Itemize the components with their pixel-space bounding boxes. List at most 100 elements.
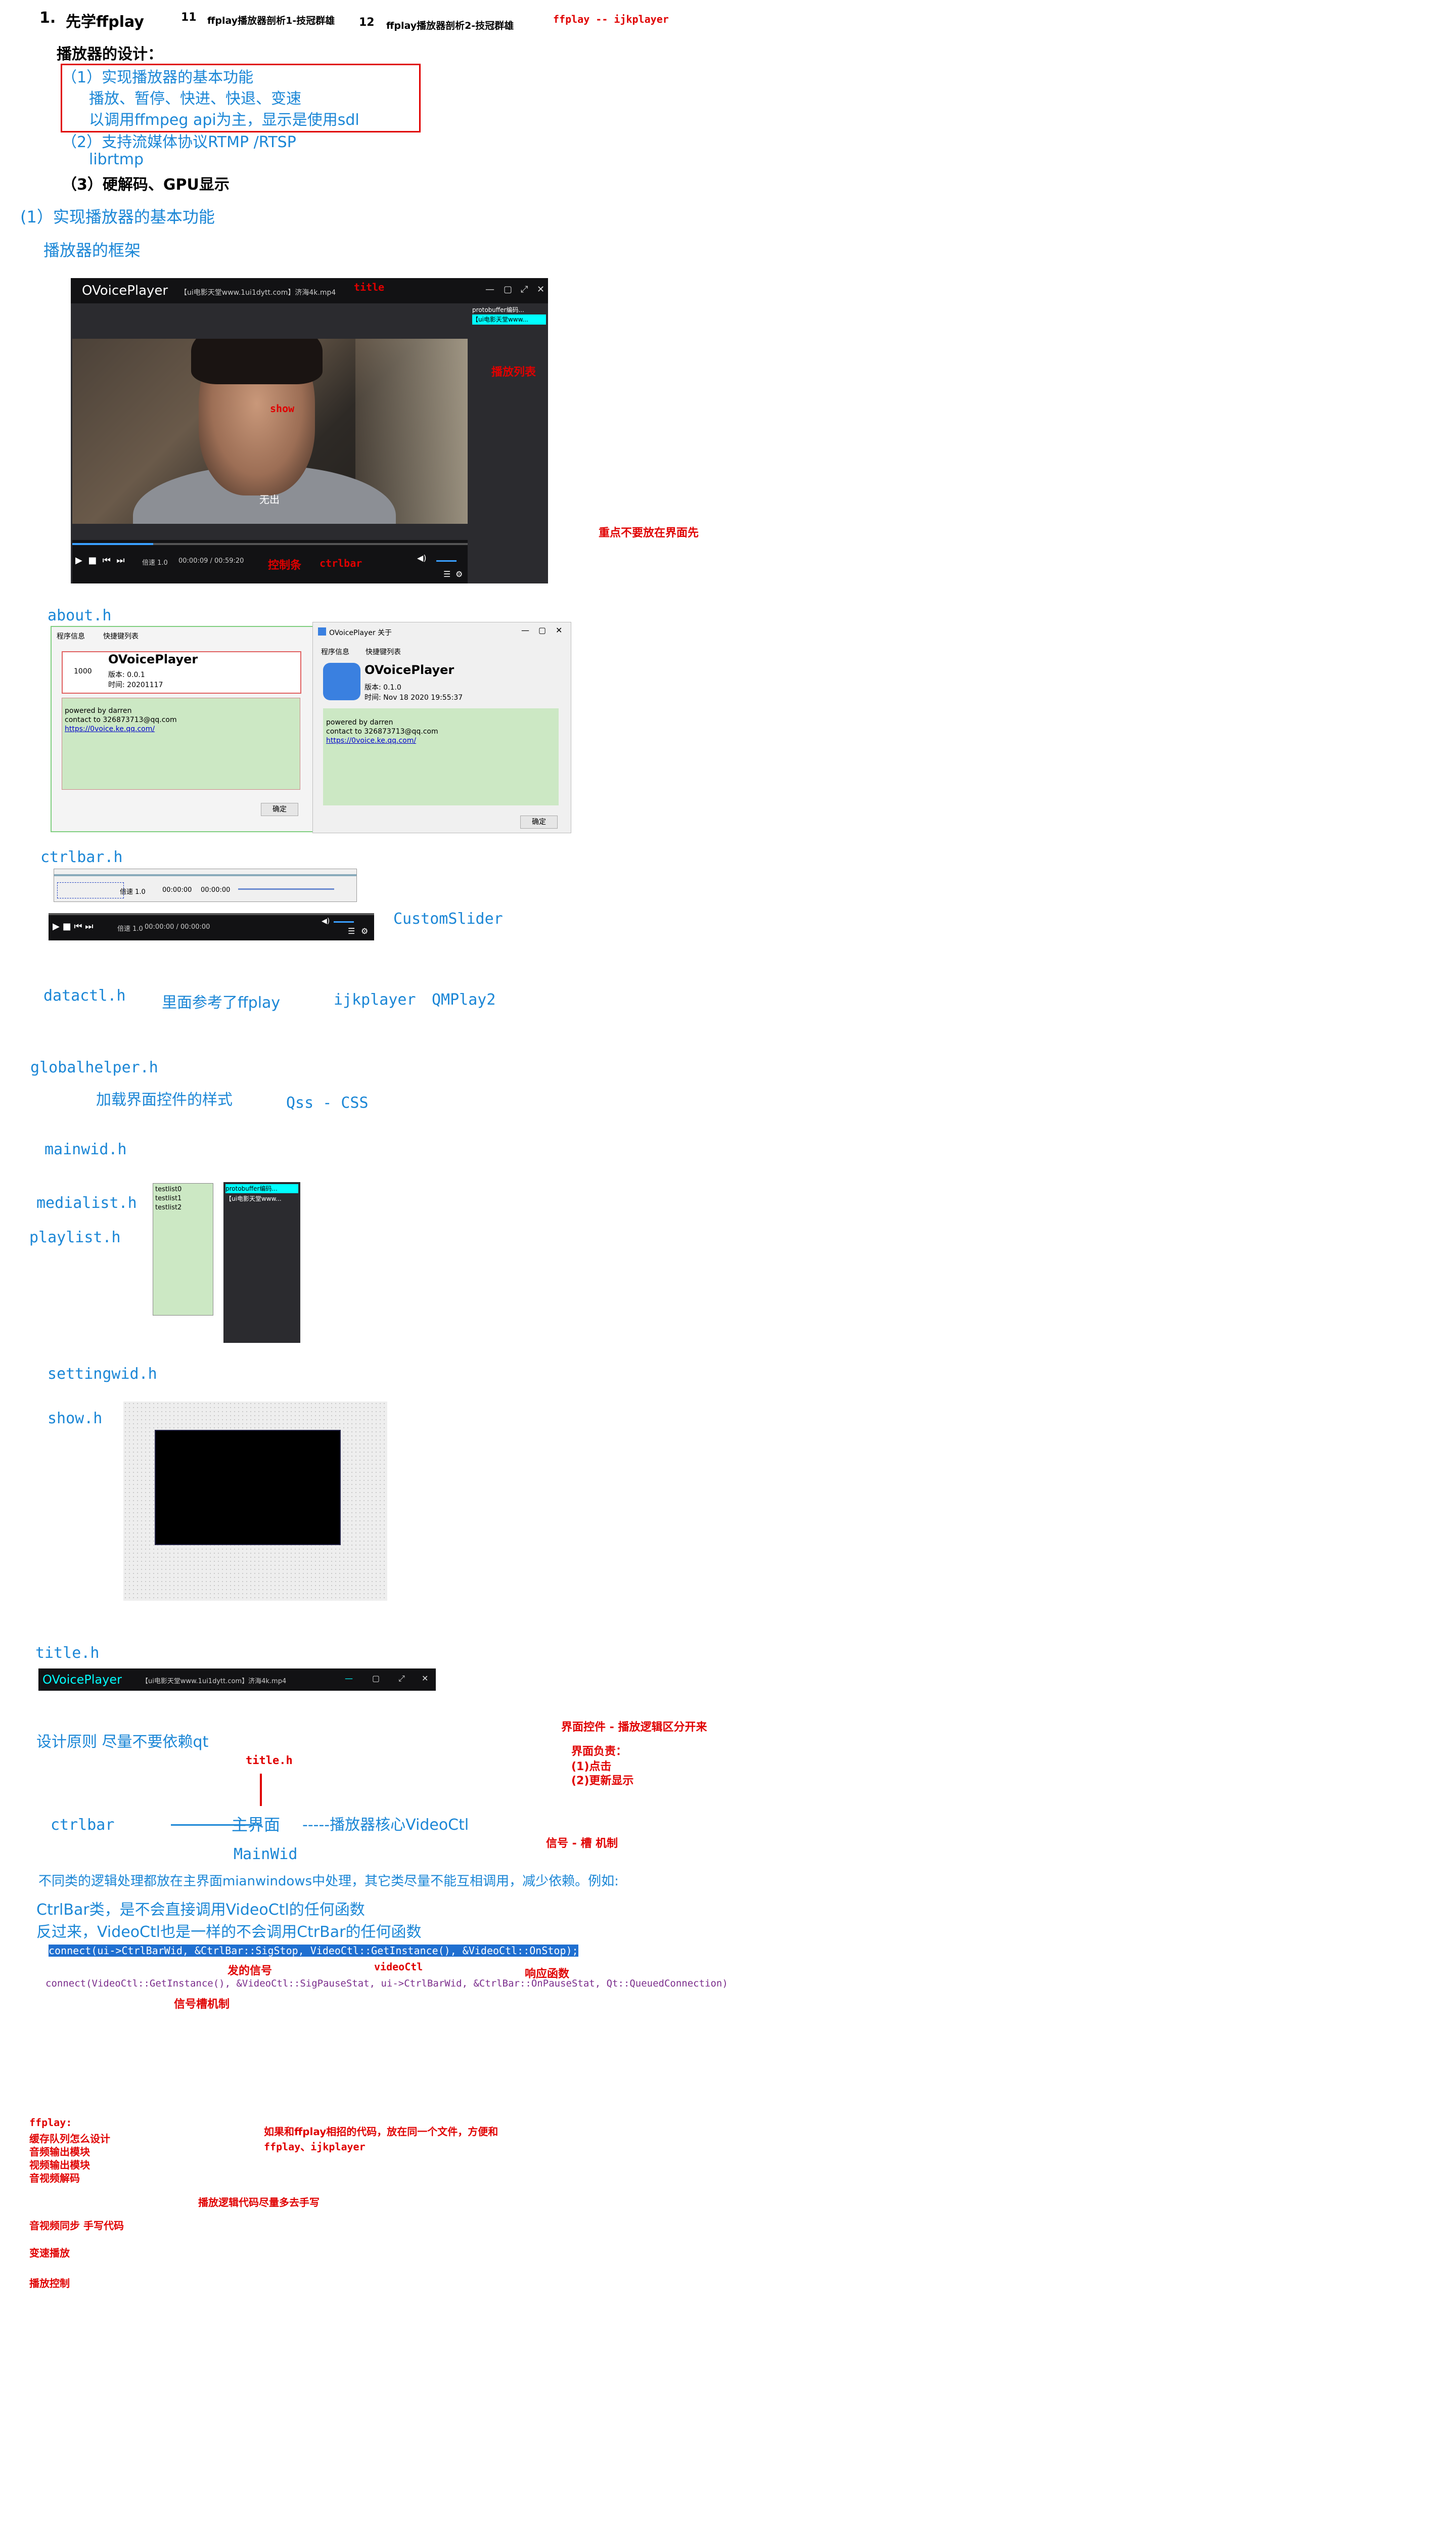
fullscreen-icon[interactable]: ⤢ <box>398 1674 405 1684</box>
gear-icon[interactable]: ⚙ <box>456 569 463 579</box>
file-medialist: medialist.h <box>36 1194 137 1212</box>
ref-num-12: 12 <box>359 16 375 29</box>
speed-label[interactable]: 倍速 1.0 <box>142 557 168 567</box>
close-icon[interactable]: ✕ <box>422 1674 428 1683</box>
playlist-item[interactable]: 【ui电影天堂www... <box>225 1194 282 1203</box>
video-area[interactable]: 无出 <box>72 339 468 524</box>
ref-ffplay-1: ffplay播放器剖析1-技冠群雄 <box>207 15 335 26</box>
list-icon[interactable]: ☰ <box>348 926 355 936</box>
same-file-note: 如果和ffplay相招的代码，放在同一个文件，方便和 <box>264 2126 498 2138</box>
close-icon[interactable]: ✕ <box>556 625 562 635</box>
progress-slider[interactable] <box>54 874 356 876</box>
maximize-icon[interactable]: ▢ <box>372 1674 380 1683</box>
minimize-icon[interactable]: — <box>345 1674 353 1683</box>
rule-text: 不同类的逻辑处理都放在主界面mianwindows中处理，其它类尽量不能互相调用… <box>38 1874 619 1889</box>
about-powered: powered by darren <box>65 707 132 715</box>
list-item[interactable]: testlist2 <box>155 1204 181 1211</box>
progress-slider[interactable] <box>49 913 374 915</box>
volume-icon[interactable]: ◀) <box>322 917 330 925</box>
globalhelper-desc: 加载界面控件的样式 <box>96 1091 233 1109</box>
time-label: 00:00:00 / 00:00:00 <box>145 923 210 931</box>
title-widget: OVoicePlayer 【ui电影天堂www.1ui1dytt.com】济海4… <box>38 1668 436 1691</box>
play-icon[interactable]: ▶ <box>75 555 82 566</box>
playlist-item-selected[interactable]: protobuffer编码... <box>225 1184 298 1193</box>
about-time: 时间: 20201117 <box>108 681 163 689</box>
maximize-icon[interactable]: ▢ <box>538 625 546 635</box>
handwrite-note: 播放逻辑代码尽量多去手写 <box>198 2196 320 2208</box>
play-icon[interactable]: ▶ <box>53 921 60 932</box>
file-playlist: playlist.h <box>29 1229 121 1246</box>
next-icon[interactable]: ⏭ <box>116 555 124 566</box>
player-logo: OVoicePlayer <box>82 283 168 298</box>
signal-slot: 信号 - 槽 机制 <box>546 1837 618 1850</box>
about-link[interactable]: https://0voice.ke.qq.com/ <box>326 737 416 745</box>
sync-note: 音视频同步 手写代码 <box>29 2220 124 2232</box>
fullscreen-icon[interactable]: ⤢ <box>521 284 528 295</box>
title-logo: OVoicePlayer <box>42 1673 122 1687</box>
emit-signal-label: 发的信号 <box>228 1965 272 1977</box>
file-globalhelper: globalhelper.h <box>30 1059 158 1076</box>
design-p1: （1）实现播放器的基本功能 <box>62 69 254 86</box>
video-hair <box>191 339 323 384</box>
close-icon[interactable]: ✕ <box>537 284 544 295</box>
about-tab2[interactable]: 快捷键列表 <box>103 631 139 641</box>
about-tab1[interactable]: 程序信息 <box>321 647 349 657</box>
volume-slider[interactable] <box>238 888 334 890</box>
volume-slider[interactable] <box>436 560 457 562</box>
ffplay-l1: 缓存队列怎么设计 <box>29 2133 110 2145</box>
ctrl-buttons: ▶ ■ ⏮ ⏭ <box>53 921 93 932</box>
volume-icon[interactable]: ◀) <box>417 553 427 563</box>
about-ok-button[interactable]: 确定 <box>261 803 298 816</box>
qss-css: Qss - CSS <box>286 1094 369 1112</box>
framework-title: 播放器的框架 <box>43 241 141 260</box>
medialist-designer: testlist0 testlist1 testlist2 <box>153 1183 213 1316</box>
speed-note: 变速播放 <box>29 2247 70 2259</box>
about-version: 版本: 0.1.0 <box>365 684 401 692</box>
minimize-icon[interactable]: — <box>485 284 494 295</box>
playlist-panel: protobuffer编码... 【ui电影天堂www... <box>470 303 548 583</box>
about-app: OVoicePlayer <box>365 663 454 677</box>
player-titlebar: OVoicePlayer 【ui电影天堂www.1ui1dytt.com】济海4… <box>71 278 548 303</box>
list-item[interactable]: testlist0 <box>155 1186 181 1193</box>
slot-mech-label: 信号槽机制 <box>174 1998 230 2011</box>
datactl-desc: 里面参考了ffplay <box>162 994 281 1012</box>
app-icon <box>318 627 326 636</box>
about-link[interactable]: https://0voice.ke.qq.com/ <box>65 725 155 733</box>
playlist-item-selected[interactable]: 【ui电影天堂www... <box>472 314 546 325</box>
volume-slider[interactable] <box>334 921 354 923</box>
ctrlbar-designer: 倍速 1.0 00:00:00 00:00:00 <box>54 869 357 902</box>
about-app: OVoicePlayer <box>108 652 198 666</box>
show-designer <box>123 1402 387 1601</box>
show-video-area[interactable] <box>155 1430 341 1545</box>
about-tab2[interactable]: 快捷键列表 <box>366 647 401 657</box>
prev-icon[interactable]: ⏮ <box>103 555 111 566</box>
ui-resp: 界面负责： <box>571 1745 627 1758</box>
ref-qmplay2: QMPlay2 <box>432 991 496 1009</box>
playlist-item[interactable]: protobuffer编码... <box>472 305 524 314</box>
time-label: 00:00:00 <box>162 886 192 894</box>
player-filename: 【ui电影天堂www.1ui1dytt.com】济海4k.mp4 <box>180 289 336 297</box>
player-window: OVoicePlayer 【ui电影天堂www.1ui1dytt.com】济海4… <box>71 278 548 583</box>
list-icon[interactable]: ☰ <box>443 569 450 579</box>
file-ctrlbar: ctrlbar.h <box>40 848 123 866</box>
code-line-1: connect(ui->CtrlBarWid, &CtrlBar::SigSto… <box>49 1945 578 1957</box>
list-item[interactable]: testlist1 <box>155 1195 181 1202</box>
speed-label[interactable]: 倍速 1.0 <box>120 886 146 896</box>
speed-label[interactable]: 倍速 1.0 <box>117 923 143 933</box>
time-total-label: 00:00:00 <box>201 886 231 894</box>
progress-slider[interactable] <box>72 543 468 545</box>
about-tab1[interactable]: 程序信息 <box>57 631 85 641</box>
ctrl-buttons: ▶ ■ ⏮ ⏭ <box>75 555 125 566</box>
maximize-icon[interactable]: ▢ <box>504 284 512 295</box>
stop-icon[interactable]: ■ <box>63 921 71 932</box>
prev-icon[interactable]: ⏮ <box>74 921 82 932</box>
stop-icon[interactable]: ■ <box>88 555 97 566</box>
minimize-icon[interactable]: — <box>521 625 529 635</box>
next-icon[interactable]: ⏭ <box>85 921 93 932</box>
about-ok-button[interactable]: 确定 <box>520 816 558 829</box>
about-version: 版本: 0.0.1 <box>108 671 145 679</box>
gear-icon[interactable]: ⚙ <box>361 926 368 936</box>
title-line <box>260 1774 262 1806</box>
button-group <box>57 882 124 898</box>
about-logo-num: 1000 <box>74 667 92 675</box>
